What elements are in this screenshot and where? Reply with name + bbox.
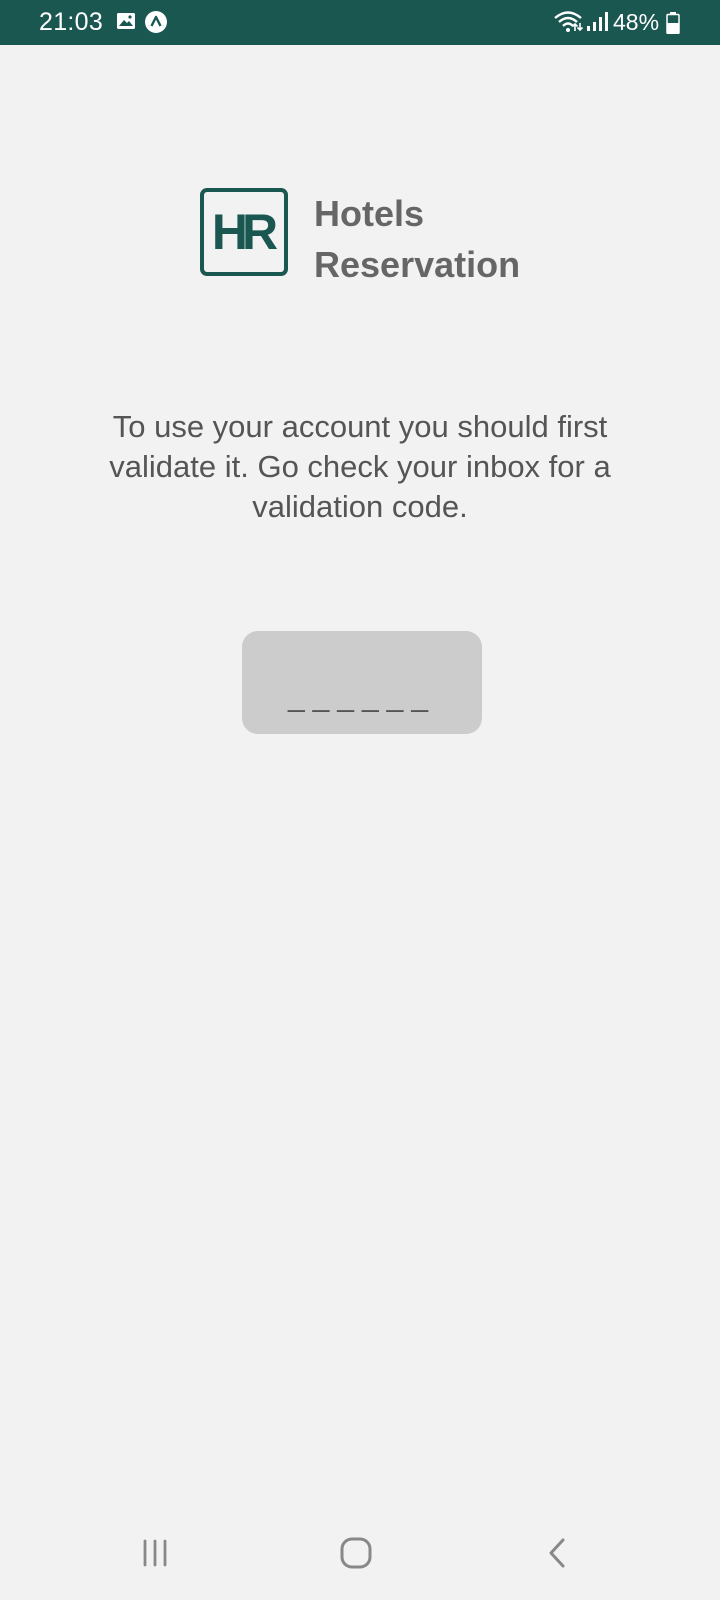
recents-button[interactable] (115, 1530, 195, 1580)
validation-code-input[interactable] (242, 631, 482, 734)
back-button[interactable] (518, 1530, 598, 1580)
app-logo: HR Hotels Reservation (200, 188, 520, 285)
back-icon (543, 1536, 573, 1575)
app-notification-icon (145, 11, 167, 38)
battery-percent: 48% (613, 9, 660, 35)
home-icon (338, 1535, 374, 1576)
wifi-icon (553, 9, 584, 38)
status-bar: 21:03 48% (0, 0, 720, 45)
system-navigation-bar (0, 1530, 720, 1600)
signal-icon (585, 11, 609, 38)
app-title: Hotels Reservation (314, 188, 520, 290)
validation-instructions: To use your account you should first val… (109, 409, 611, 524)
battery-icon (666, 12, 680, 39)
home-button[interactable] (316, 1530, 396, 1580)
app-title-line2: Reservation (314, 244, 521, 285)
app-title-line1: Hotels (314, 193, 425, 234)
status-time: 21:03 (39, 8, 104, 36)
gallery-icon (116, 11, 136, 36)
recents-icon (140, 1538, 170, 1573)
logo-mark-text: HR (211, 204, 278, 260)
